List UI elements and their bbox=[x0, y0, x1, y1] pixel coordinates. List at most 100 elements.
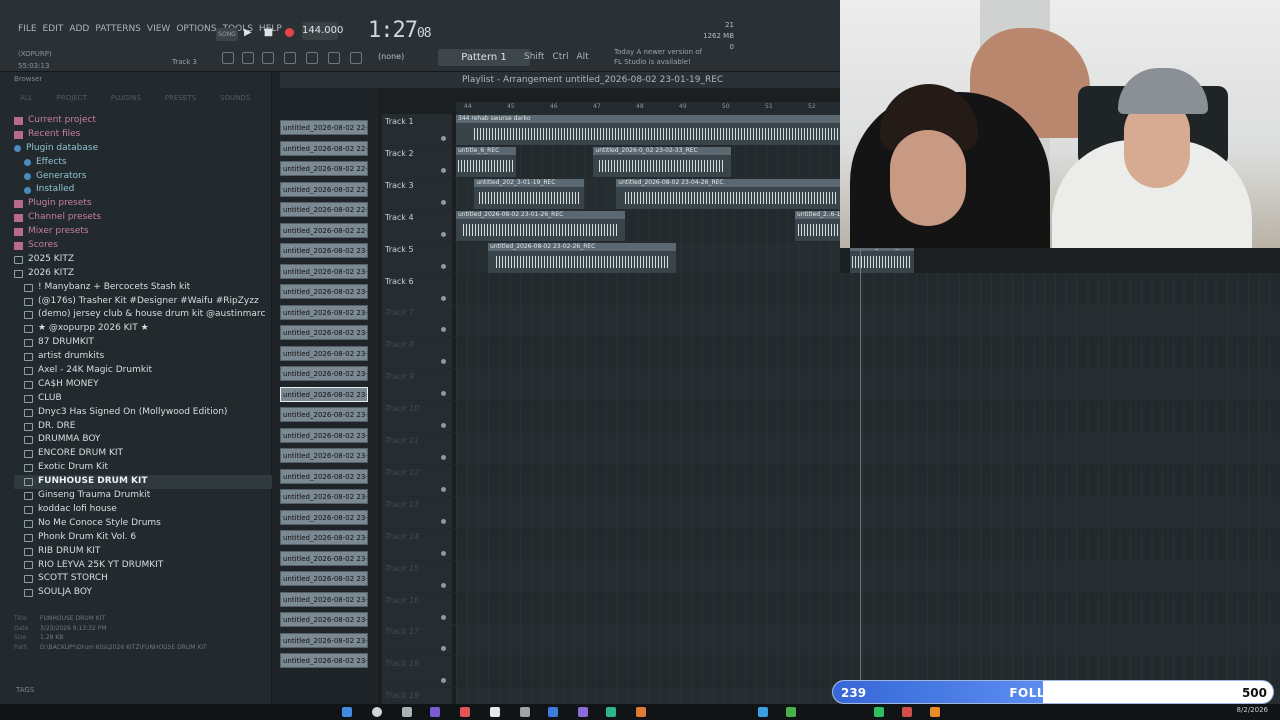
browser-item[interactable]: Current project bbox=[14, 114, 272, 128]
tempo-display[interactable]: 144.000 bbox=[302, 22, 343, 40]
clip-source-item[interactable]: untitled_2026-08-02 23-.. bbox=[280, 243, 368, 258]
browser-item[interactable]: Recent files bbox=[14, 128, 272, 142]
clip-source-item[interactable]: untitled_2026-08-02 23-.. bbox=[280, 427, 368, 443]
browser-item[interactable]: Scores bbox=[14, 239, 272, 253]
browser-item[interactable]: SOULJA BOY bbox=[14, 586, 272, 600]
playlist-ruler[interactable]: 44 45 46 47 48 49 50 51 52 bbox=[456, 102, 840, 114]
track-lane[interactable] bbox=[456, 273, 1280, 305]
browser-tab-presets[interactable]: PRESETS bbox=[165, 94, 196, 102]
browser-item[interactable]: koddac lofi house bbox=[14, 503, 272, 517]
browser-item[interactable]: Ginseng Trauma Drumkit bbox=[14, 489, 272, 503]
browser-item[interactable]: Generators bbox=[14, 170, 272, 184]
key-shift[interactable]: Shift bbox=[524, 52, 544, 62]
browser-item[interactable]: ! Manybanz + Bercocets Stash kit bbox=[14, 281, 272, 295]
stop-icon[interactable]: ■ bbox=[264, 27, 273, 38]
track-lane[interactable]: untitle_6_REC untitled_2026-0_02 23-02-33… bbox=[456, 145, 840, 177]
clip-source-item[interactable]: untitled_2026-08-02 23-.. bbox=[280, 612, 368, 627]
menu-options[interactable]: OPTIONS bbox=[176, 24, 216, 34]
audio-clip[interactable]: untitled_2026-08-02 23-01-26_REC bbox=[456, 210, 626, 241]
track-lane[interactable] bbox=[456, 528, 1280, 560]
audio-clip[interactable]: untitled_2026-08-02 23-02-26_REC bbox=[488, 242, 676, 273]
browser-item[interactable]: 2025 KITZ bbox=[14, 253, 272, 267]
track-lane[interactable] bbox=[456, 560, 1280, 592]
browser-item[interactable]: Dnyc3 Has Signed On (Mollywood Edition) bbox=[14, 406, 272, 420]
key-ctrl[interactable]: Ctrl bbox=[552, 52, 568, 62]
clip-source-item[interactable]: untitled_2026-08-02 23-.. bbox=[280, 591, 368, 607]
app-icon-10[interactable] bbox=[786, 707, 796, 717]
clip-source-item[interactable]: untitled_2026-08-02 23-.. bbox=[280, 325, 368, 340]
track-mute-icon[interactable] bbox=[441, 550, 446, 556]
clip-source-item[interactable]: untitled_2026-08-02 23-.. bbox=[280, 304, 368, 320]
clip-source-item[interactable]: untitled_2026-08-02 23-.. bbox=[280, 345, 368, 361]
track-lane[interactable]: untitled_2026-08-02 23-02-26_RECuntitled… bbox=[456, 241, 914, 273]
menu-file[interactable]: FILE bbox=[18, 24, 37, 34]
start-icon[interactable] bbox=[342, 707, 352, 717]
playhead[interactable] bbox=[860, 248, 861, 680]
track-mute-icon[interactable] bbox=[441, 231, 446, 237]
browser-item[interactable]: Exotic Drum Kit bbox=[14, 461, 272, 475]
clip-source-item[interactable]: untitled_2026-08-02 23-.. bbox=[280, 468, 368, 484]
track-lane[interactable] bbox=[456, 433, 1280, 464]
menu-patterns[interactable]: PATTERNS bbox=[95, 24, 141, 34]
track-lane[interactable] bbox=[456, 305, 1280, 337]
track-lane[interactable]: 344 rehab swurse darko bbox=[456, 114, 910, 145]
track-lane[interactable] bbox=[456, 624, 1280, 656]
browser-item[interactable]: Effects bbox=[14, 156, 272, 170]
track-lane[interactable]: untitled_202_3-01-19_REC untitled_2026-08… bbox=[456, 177, 846, 209]
browser-item[interactable]: Plugin presets bbox=[14, 197, 272, 211]
clip-source-item[interactable]: untitled_2026-08-02 23-.. bbox=[280, 386, 368, 402]
song-mode-toggle[interactable]: SONG bbox=[216, 28, 238, 41]
tags-label[interactable]: TAGS bbox=[16, 686, 34, 694]
browser-item[interactable]: DR. DRE bbox=[14, 420, 272, 434]
track-lane[interactable] bbox=[456, 464, 1280, 496]
record-icon[interactable] bbox=[285, 28, 295, 37]
browser-item[interactable]: Channel presets bbox=[14, 211, 272, 225]
pattern-selector[interactable]: Pattern 1 bbox=[438, 49, 530, 66]
track-mute-icon[interactable] bbox=[441, 582, 446, 588]
clip-source-item[interactable]: untitled_2026-08-02 23-.. bbox=[280, 366, 368, 381]
menu-view[interactable]: VIEW bbox=[147, 24, 170, 34]
browser-item[interactable]: Phonk Drum Kit Vol. 6 bbox=[14, 531, 272, 545]
audio-clip[interactable]: untitle_6_REC bbox=[456, 146, 516, 177]
fl-studio-icon[interactable] bbox=[930, 707, 940, 717]
app-icon-9[interactable] bbox=[758, 707, 768, 717]
task-view-icon[interactable] bbox=[402, 707, 412, 717]
play-icon[interactable]: ▶ bbox=[244, 27, 252, 38]
track-mute-icon[interactable] bbox=[441, 263, 446, 269]
track-mute-icon[interactable] bbox=[441, 167, 446, 173]
clip-source-item[interactable]: untitled_2026-08-02 23-.. bbox=[280, 509, 368, 525]
clip-source-item[interactable]: untitled_2026-08-02 22-.. bbox=[280, 222, 368, 238]
app-icon-11[interactable] bbox=[874, 707, 884, 717]
plugin-picker-icon[interactable] bbox=[328, 52, 340, 64]
channel-rack-icon[interactable] bbox=[242, 52, 254, 64]
browser-item[interactable]: Axel - 24K Magic Drumkit bbox=[14, 364, 272, 378]
track-mute-icon[interactable] bbox=[441, 295, 446, 301]
mixer-icon[interactable] bbox=[222, 52, 234, 64]
app-icon-2[interactable] bbox=[460, 707, 470, 717]
browser-item[interactable]: artist drumkits bbox=[14, 350, 272, 364]
news-panel[interactable]: Today A newer version of FL Studio is av… bbox=[614, 47, 702, 67]
menu-add[interactable]: ADD bbox=[69, 24, 89, 34]
browser-item[interactable]: No Me Conoce Style Drums bbox=[14, 517, 272, 531]
track-mute-icon[interactable] bbox=[441, 199, 446, 205]
browser-item[interactable]: (@176s) Trasher Kit #Designer #Waifu #Ri… bbox=[14, 295, 272, 309]
audio-clip[interactable]: untitled_2026-08-02 23-04-26_REC bbox=[616, 178, 846, 209]
app-icon-1[interactable] bbox=[430, 707, 440, 717]
browser-item[interactable]: DRUMMA BOY bbox=[14, 433, 272, 447]
browser-tab-plugins[interactable]: PLUGINS bbox=[111, 94, 141, 102]
clip-source-item[interactable]: untitled_2026-08-02 22-.. bbox=[280, 161, 368, 176]
browser-item[interactable]: FUNHOUSE DRUM KIT bbox=[14, 475, 272, 490]
clip-source-item[interactable]: untitled_2026-08-02 22-.. bbox=[280, 140, 368, 156]
track-lane[interactable] bbox=[456, 401, 1280, 433]
app-icon-12[interactable] bbox=[902, 707, 912, 717]
browser-item[interactable]: Mixer presets bbox=[14, 225, 272, 239]
clip-source-item[interactable]: untitled_2026-08-02 23-.. bbox=[280, 653, 368, 668]
app-icon-8[interactable] bbox=[636, 707, 646, 717]
browser-item[interactable]: (demo) jersey club & house drum kit @aus… bbox=[14, 308, 272, 322]
clip-source-item[interactable]: untitled_2026-08-02 23-.. bbox=[280, 284, 368, 299]
piano-roll-icon[interactable] bbox=[262, 52, 274, 64]
browser-item[interactable]: Plugin database bbox=[14, 142, 272, 156]
audio-clip[interactable]: untitled_2026-0_02 23-02-33_REC bbox=[593, 146, 731, 177]
browser-item[interactable]: CLUB bbox=[14, 392, 272, 406]
track-mute-icon[interactable] bbox=[441, 486, 446, 492]
